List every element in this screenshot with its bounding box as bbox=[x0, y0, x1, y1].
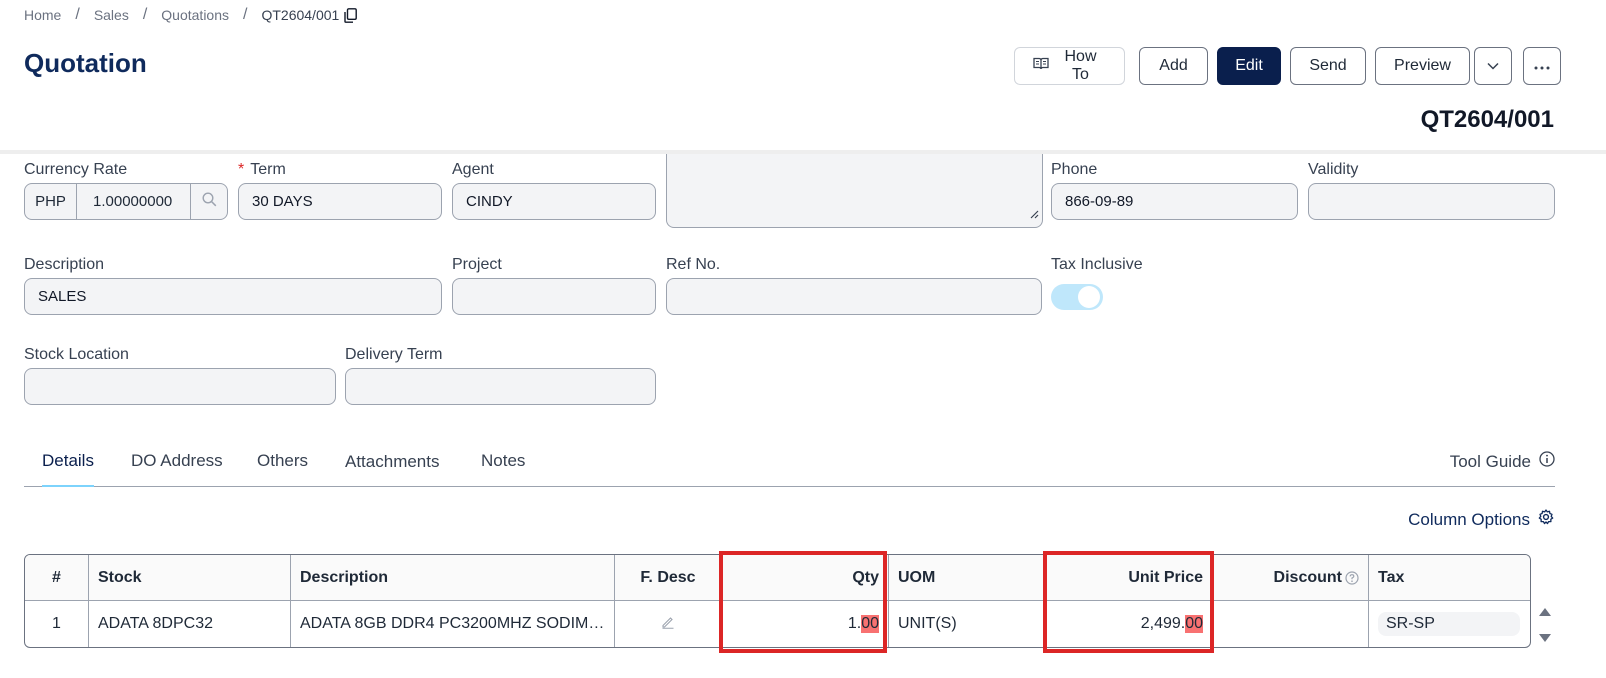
scroll-down-icon[interactable] bbox=[1538, 630, 1552, 648]
column-header-num: # bbox=[25, 555, 89, 600]
tool-guide-button[interactable]: Tool Guide bbox=[1450, 451, 1555, 472]
pencil-icon[interactable] bbox=[661, 615, 675, 634]
project-label: Project bbox=[452, 256, 502, 273]
row-stock[interactable]: ADATA 8DPC32 bbox=[89, 601, 291, 647]
add-button[interactable]: Add bbox=[1139, 47, 1208, 85]
row-discount[interactable] bbox=[1213, 601, 1369, 647]
description-input[interactable]: SALES bbox=[24, 278, 442, 315]
qty-highlight-box bbox=[719, 551, 887, 653]
description-label: Description bbox=[24, 256, 105, 273]
row-description-text: ADATA 8GB DDR4 PC3200MHZ SODIMM ... bbox=[300, 615, 605, 632]
tax-inclusive-label: Tax Inclusive bbox=[1051, 256, 1143, 273]
ref-no-input[interactable] bbox=[666, 278, 1042, 315]
currency-search-button[interactable] bbox=[191, 184, 227, 219]
row-num: 1 bbox=[25, 601, 89, 647]
unit-price-highlight-box bbox=[1043, 551, 1214, 653]
term-label: Term bbox=[250, 161, 286, 178]
info-icon bbox=[1539, 451, 1555, 472]
validity-field: Validity bbox=[1308, 161, 1555, 220]
column-options-label: Column Options bbox=[1408, 509, 1530, 529]
how-to-button[interactable]: How To bbox=[1014, 47, 1125, 85]
project-input[interactable] bbox=[452, 278, 656, 315]
row-tax[interactable]: SR-SP bbox=[1369, 601, 1530, 647]
tab-details[interactable]: Details bbox=[42, 451, 94, 487]
ref-no-field: Ref No. bbox=[666, 256, 1042, 315]
required-mark: * bbox=[238, 161, 245, 178]
document-number: QT2604/001 bbox=[1420, 106, 1554, 133]
stock-location-label: Stock Location bbox=[24, 346, 129, 363]
tax-inclusive-field: Tax Inclusive bbox=[1051, 256, 1251, 310]
copy-icon[interactable] bbox=[344, 7, 358, 23]
delivery-term-input[interactable] bbox=[345, 368, 656, 405]
more-button[interactable] bbox=[1523, 47, 1561, 85]
column-header-uom[interactable]: UOM bbox=[889, 555, 1044, 600]
gear-icon bbox=[1538, 509, 1554, 530]
breadcrumb: Home / Sales / Quotations / QT2604/001 bbox=[24, 6, 358, 24]
project-field: Project bbox=[452, 256, 656, 315]
breadcrumb-sales[interactable]: Sales bbox=[94, 7, 129, 23]
column-header-tax[interactable]: Tax bbox=[1369, 555, 1530, 600]
validity-label: Validity bbox=[1308, 161, 1359, 178]
agent-label: Agent bbox=[452, 161, 494, 178]
how-to-label: How To bbox=[1064, 48, 1097, 83]
breadcrumb-home[interactable]: Home bbox=[24, 7, 61, 23]
breadcrumb-current: QT2604/001 bbox=[261, 7, 340, 23]
more-icon bbox=[1534, 57, 1550, 75]
phone-field: Phone 866-09-89 bbox=[1051, 161, 1298, 220]
term-input[interactable]: 30 DAYS bbox=[238, 183, 442, 220]
phone-input[interactable]: 866-09-89 bbox=[1051, 183, 1298, 220]
currency-rate-input[interactable]: 1.00000000 bbox=[77, 184, 191, 219]
description-field: Description SALES bbox=[24, 256, 442, 315]
address-textarea[interactable] bbox=[666, 154, 1043, 228]
currency-rate-label: Currency Rate bbox=[24, 161, 128, 178]
row-description[interactable]: ADATA 8GB DDR4 PC3200MHZ SODIMM ... bbox=[291, 601, 615, 647]
currency-rate-field: Currency Rate PHP 1.00000000 bbox=[24, 161, 228, 220]
chevron-down-icon bbox=[1487, 57, 1499, 75]
help-icon[interactable] bbox=[1345, 570, 1359, 585]
row-tax-value: SR-SP bbox=[1378, 612, 1520, 636]
tax-inclusive-toggle[interactable] bbox=[1051, 284, 1103, 310]
delivery-term-field: Delivery Term bbox=[345, 346, 656, 405]
currency-rate-group: PHP 1.00000000 bbox=[24, 183, 228, 220]
toolbar: How To Add Edit Send Preview bbox=[1014, 47, 1561, 85]
resize-handle-icon[interactable] bbox=[1029, 206, 1039, 224]
row-fdesc bbox=[615, 601, 722, 647]
preview-group: Preview bbox=[1375, 47, 1512, 85]
tool-guide-label: Tool Guide bbox=[1449, 451, 1531, 471]
agent-field: Agent CINDY bbox=[452, 161, 656, 220]
row-uom[interactable]: UNIT(S) bbox=[889, 601, 1044, 647]
ref-no-label: Ref No. bbox=[666, 256, 721, 273]
breadcrumb-quotations[interactable]: Quotations bbox=[161, 7, 229, 23]
column-header-fdesc[interactable]: F. Desc bbox=[615, 555, 722, 600]
search-icon bbox=[201, 192, 217, 211]
tab-bar: Details DO Address Others Attachments No… bbox=[24, 441, 1555, 487]
tab-do-address[interactable]: DO Address bbox=[131, 451, 223, 471]
column-header-discount[interactable]: Discount bbox=[1213, 555, 1369, 600]
stock-location-input[interactable] bbox=[24, 368, 336, 405]
page-title: Quotation bbox=[24, 48, 147, 78]
term-field: * Term 30 DAYS bbox=[238, 161, 442, 220]
tab-others[interactable]: Others bbox=[257, 451, 308, 471]
edit-button[interactable]: Edit bbox=[1217, 47, 1281, 85]
preview-button[interactable]: Preview bbox=[1375, 47, 1470, 85]
delivery-term-label: Delivery Term bbox=[345, 346, 443, 363]
tab-notes[interactable]: Notes bbox=[481, 451, 525, 471]
tab-attachments[interactable]: Attachments bbox=[345, 452, 440, 472]
validity-input[interactable] bbox=[1308, 183, 1555, 220]
column-header-description[interactable]: Description bbox=[291, 555, 615, 600]
scroll-up-icon[interactable] bbox=[1538, 604, 1552, 622]
column-header-stock[interactable]: Stock bbox=[89, 555, 291, 600]
discount-header-label: Discount bbox=[1273, 568, 1342, 586]
column-options-button[interactable]: Column Options bbox=[1408, 509, 1554, 530]
currency-code[interactable]: PHP bbox=[25, 184, 77, 219]
agent-input[interactable]: CINDY bbox=[452, 183, 656, 220]
stock-location-field: Stock Location bbox=[24, 346, 336, 405]
preview-dropdown-button[interactable] bbox=[1474, 47, 1512, 85]
send-button[interactable]: Send bbox=[1290, 47, 1366, 85]
book-icon bbox=[1033, 57, 1049, 75]
phone-label: Phone bbox=[1051, 161, 1098, 178]
